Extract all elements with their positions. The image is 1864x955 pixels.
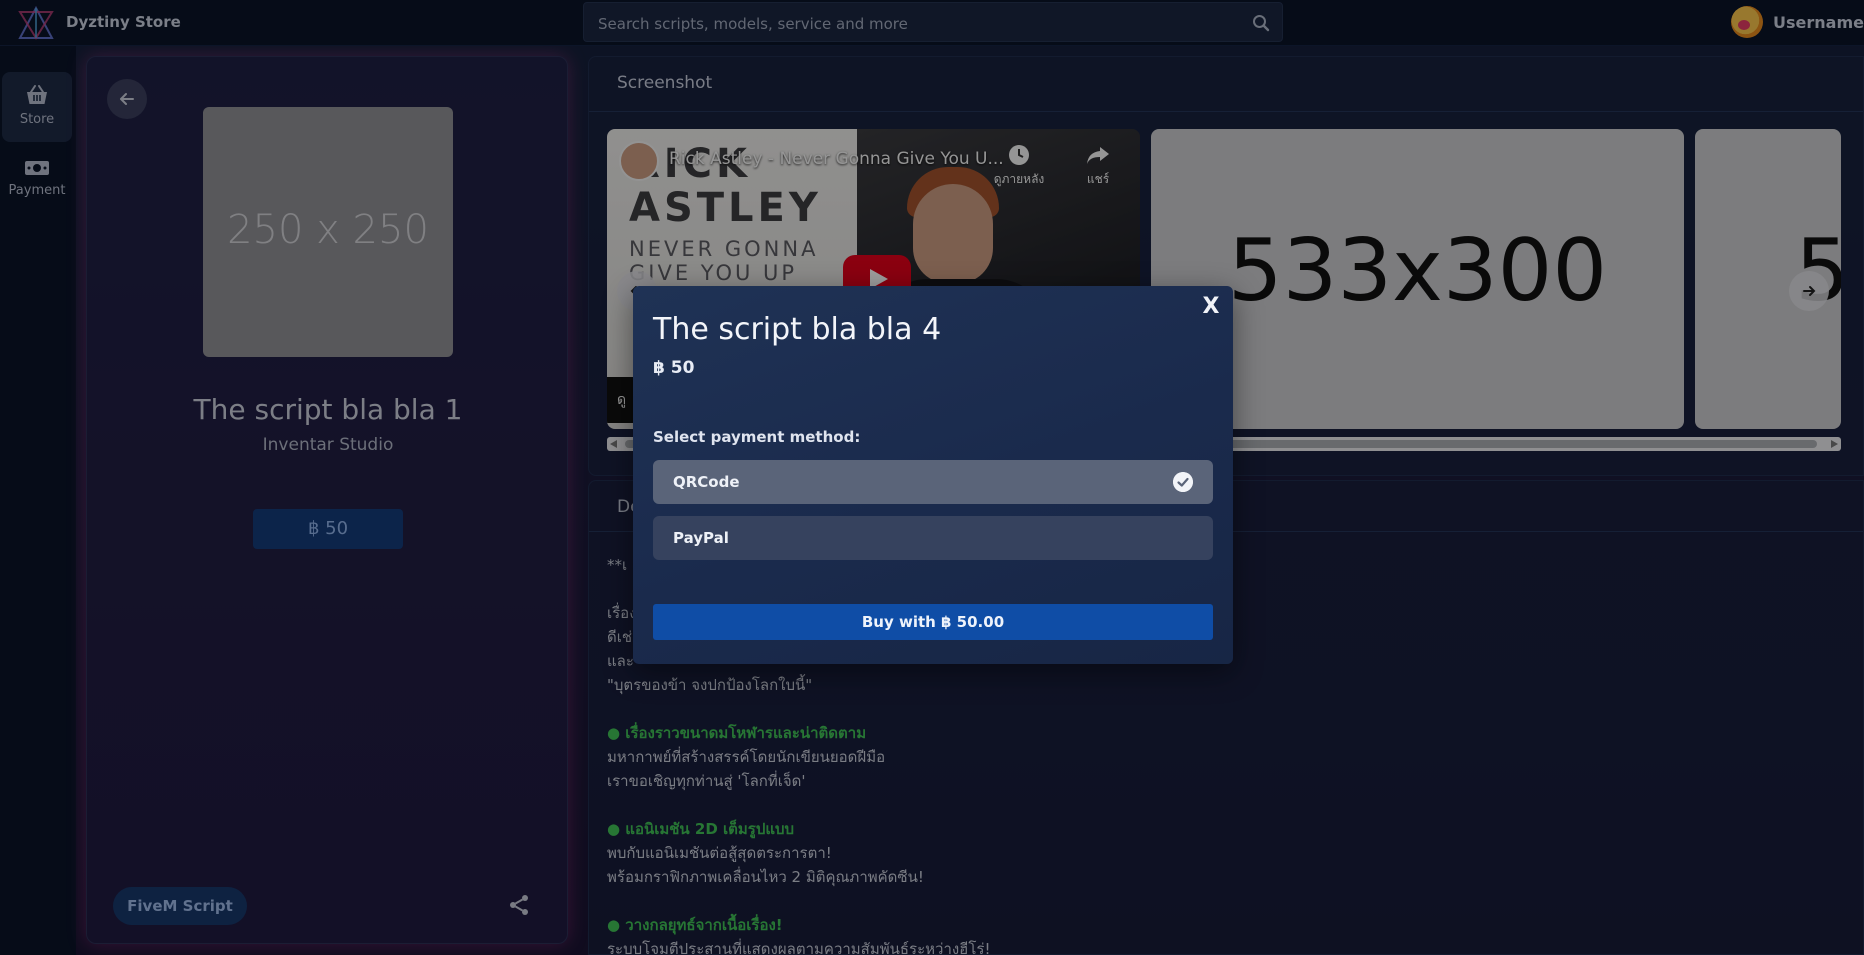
payment-method-label: Select payment method: [653,428,861,446]
payment-option-paypal[interactable]: PayPal [653,516,1213,560]
payment-option-label: QRCode [673,473,740,491]
buy-button[interactable]: Buy with ฿ 50.00 [653,604,1213,640]
check-circle-icon [1173,472,1193,492]
payment-modal: X The script bla bla 4 ฿ 50 Select payme… [633,286,1233,664]
payment-option-qrcode[interactable]: QRCode [653,460,1213,504]
close-button[interactable]: X [1199,294,1223,319]
modal-price: ฿ 50 [653,358,695,378]
payment-option-label: PayPal [673,529,729,547]
modal-title: The script bla bla 4 [653,312,942,347]
